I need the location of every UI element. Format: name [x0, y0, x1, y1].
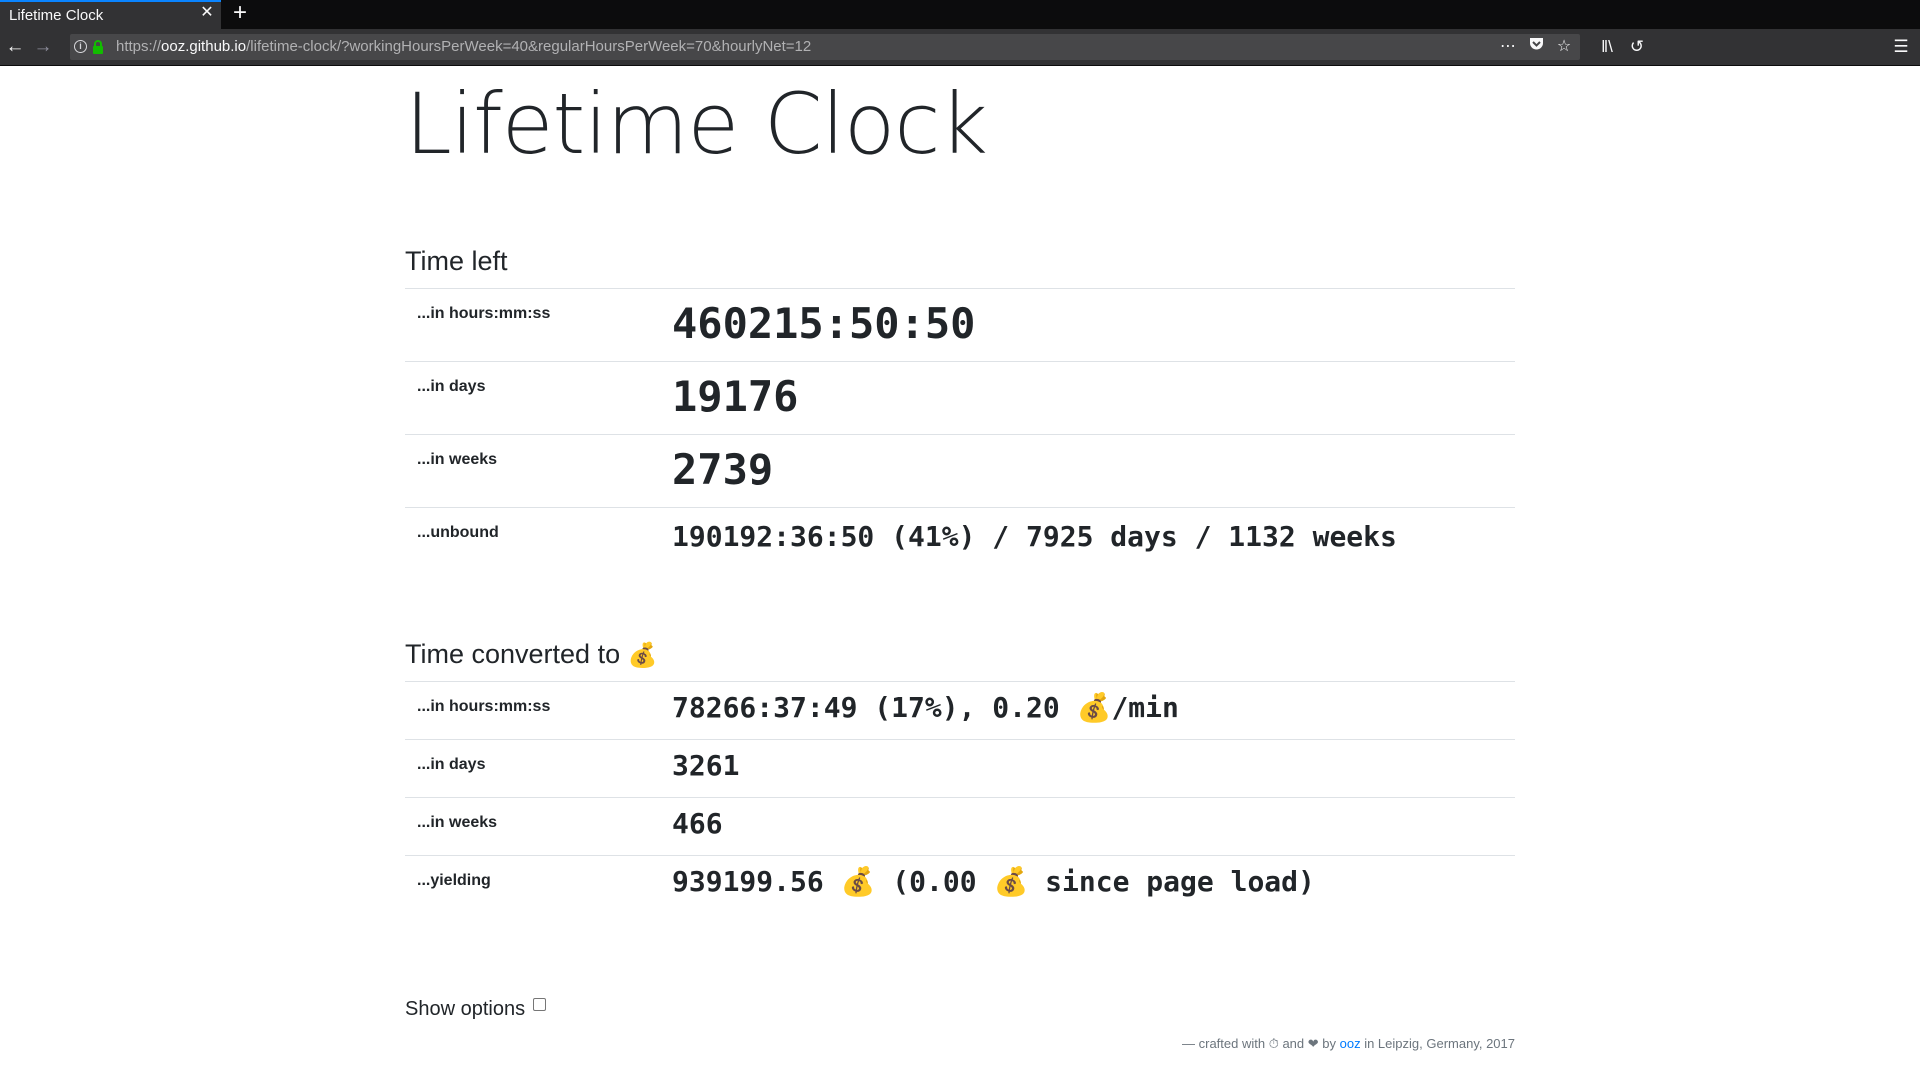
show-options-label[interactable]: Show options — [405, 998, 525, 1020]
footer-prefix: — crafted with ⏱ and ❤ by — [1182, 1036, 1336, 1051]
tab-title: Lifetime Clock — [9, 7, 104, 24]
history-icon[interactable]: ↺ — [1625, 35, 1649, 59]
navigation-toolbar: ← → i https://ooz.github.io/lifetime-clo… — [0, 29, 1920, 66]
row-value: 19176 — [672, 372, 799, 421]
row-label: ...in hours:mm:ss — [417, 305, 551, 322]
row-value: 78266:37:49 (17%), 0.20 💰/min — [672, 691, 1179, 724]
row-label: ...in days — [417, 378, 486, 395]
time-left-heading: Time left — [405, 246, 508, 276]
lock-icon[interactable] — [92, 40, 104, 54]
table-row: ...yielding 939199.56 💰 (0.00 💰 since pa… — [405, 855, 1515, 913]
time-left-table: ...in hours:mm:ss 460215:50:50 ...in day… — [405, 288, 1515, 580]
table-row: ...in days 19176 — [405, 361, 1515, 434]
table-row: ...in hours:mm:ss 78266:37:49 (17%), 0.2… — [405, 681, 1515, 739]
row-value: 466 — [672, 807, 723, 840]
back-icon[interactable]: ← — [3, 35, 27, 59]
row-label: ...in weeks — [417, 814, 498, 831]
url-text[interactable]: https://ooz.github.io/lifetime-clock/?wo… — [116, 38, 811, 55]
page-title: Lifetime Clock — [405, 75, 988, 173]
table-row: ...in weeks 2739 — [405, 434, 1515, 507]
forward-icon[interactable]: → — [31, 35, 55, 59]
info-icon[interactable]: i — [74, 40, 87, 53]
table-row: ...in hours:mm:ss 460215:50:50 — [405, 288, 1515, 361]
row-label: ...yielding — [417, 872, 491, 889]
table-row: ...in weeks 466 — [405, 797, 1515, 855]
row-label: ...in days — [417, 756, 486, 773]
author-link[interactable]: ooz — [1340, 1036, 1361, 1051]
close-tab-icon[interactable]: ✕ — [199, 5, 215, 21]
url-bar[interactable]: i https://ooz.github.io/lifetime-clock/?… — [70, 34, 1580, 60]
time-converted-table: ...in hours:mm:ss 78266:37:49 (17%), 0.2… — [405, 681, 1515, 913]
money-bag-icon: 💰 — [627, 642, 658, 669]
row-label: ...in weeks — [417, 451, 498, 468]
row-value: 2739 — [672, 445, 774, 494]
page-actions-icon[interactable]: ⋯ — [1498, 37, 1518, 57]
pocket-icon[interactable] — [1526, 37, 1546, 57]
tab-bar: Lifetime Clock ✕ + — [0, 0, 1920, 29]
footer: — crafted with ⏱ and ❤ by ooz in Leipzig… — [1182, 1036, 1515, 1052]
row-value: 3261 — [672, 749, 740, 782]
row-value: 460215:50:50 — [672, 299, 976, 348]
table-row: ...in days 3261 — [405, 739, 1515, 797]
show-options-checkbox[interactable] — [532, 998, 546, 1011]
table-row: ...unbound 190192:36:50 (41%) / 7925 day… — [405, 507, 1515, 580]
footer-suffix: in Leipzig, Germany, 2017 — [1364, 1036, 1515, 1051]
library-icon[interactable]: ‖\ — [1595, 35, 1619, 59]
menu-icon[interactable]: ☰ — [1889, 35, 1913, 59]
browser-tab[interactable]: Lifetime Clock ✕ — [0, 0, 221, 29]
bookmark-star-icon[interactable]: ☆ — [1554, 37, 1574, 57]
new-tab-icon[interactable]: + — [229, 1, 251, 25]
row-label: ...in hours:mm:ss — [417, 698, 551, 715]
row-label: ...unbound — [417, 524, 499, 541]
show-options[interactable]: Show options — [405, 998, 546, 1021]
time-converted-heading: Time converted to 💰 — [405, 639, 658, 669]
row-value: 939199.56 💰 (0.00 💰 since page load) — [672, 865, 1315, 898]
row-value: 190192:36:50 (41%) / 7925 days / 1132 we… — [672, 520, 1397, 553]
